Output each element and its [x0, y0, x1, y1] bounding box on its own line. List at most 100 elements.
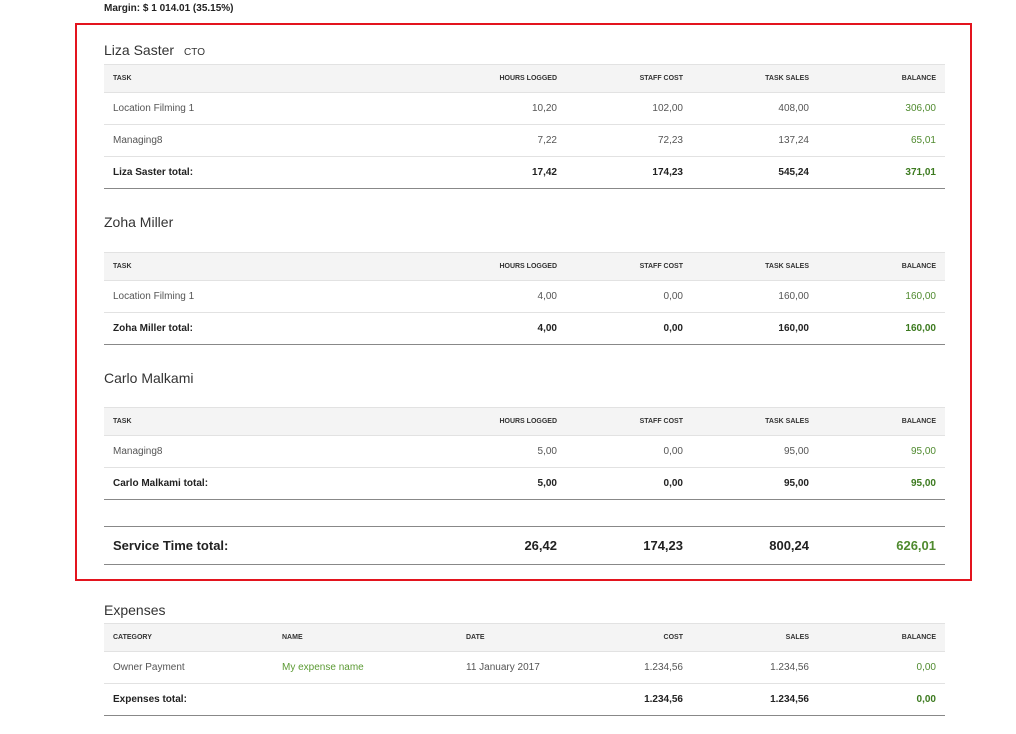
col-header-hours: HOURS LOGGED	[366, 407, 566, 436]
col-header-task: TASK	[104, 252, 366, 281]
cell-hours: 10,20	[366, 92, 566, 125]
table-header-row: TASK HOURS LOGGED STAFF COST TASK SALES …	[104, 407, 945, 436]
cell-hours: 7,22	[366, 124, 566, 157]
cell-task: Managing8	[104, 124, 366, 157]
col-header-staff-cost: STAFF COST	[566, 252, 692, 281]
service-total-staff-cost: 174,23	[643, 537, 683, 553]
col-header-task: TASK	[104, 407, 366, 436]
table-header-row: TASK HOURS LOGGED STAFF COST TASK SALES …	[104, 252, 945, 281]
total-label: Expenses total:	[104, 683, 273, 716]
col-header-balance: BALANCE	[818, 623, 945, 652]
cell-staff-cost: 0,00	[566, 280, 692, 313]
person-section-liza-saster: Liza Saster CTO TASK HOURS LOGGED STAFF C…	[104, 39, 945, 189]
total-staff-cost: 174,23	[566, 156, 692, 189]
person-name: Liza Saster	[104, 42, 175, 58]
total-task-sales: 545,24	[692, 156, 818, 189]
service-total-label: Service Time total:	[113, 537, 229, 553]
cell-task: Managing8	[104, 435, 366, 468]
total-staff-cost: 0,00	[566, 312, 692, 345]
cell-hours: 5,00	[366, 435, 566, 468]
cell-staff-cost: 102,00	[566, 92, 692, 125]
person-tasks-table: TASK HOURS LOGGED STAFF COST TASK SALES …	[104, 64, 945, 189]
table-row: Owner Payment My expense name 11 January…	[104, 651, 945, 684]
table-header-row: TASK HOURS LOGGED STAFF COST TASK SALES …	[104, 64, 945, 93]
cell-cost: 1.234,56	[566, 651, 692, 684]
cell-task-sales: 408,00	[692, 92, 818, 125]
person-tasks-table: TASK HOURS LOGGED STAFF COST TASK SALES …	[104, 252, 945, 345]
col-header-hours: HOURS LOGGED	[366, 64, 566, 93]
cell-task: Location Filming 1	[104, 280, 366, 313]
col-header-category: CATEGORY	[104, 623, 273, 652]
cell-hours: 4,00	[366, 280, 566, 313]
total-label: Liza Saster total:	[104, 156, 366, 189]
total-balance: 0,00	[818, 683, 945, 716]
total-label: Zoha Miller total:	[104, 312, 366, 345]
cell-date: 11 January 2017	[457, 651, 566, 684]
total-staff-cost: 0,00	[566, 467, 692, 500]
service-total-task-sales: 800,24	[769, 537, 809, 553]
col-header-hours: HOURS LOGGED	[366, 252, 566, 281]
col-header-task: TASK	[104, 64, 366, 93]
person-total-row: Liza Saster total: 17,42 174,23 545,24 3…	[104, 156, 945, 189]
table-header-row: CATEGORY NAME DATE COST SALES BALANCE	[104, 623, 945, 652]
total-empty	[457, 683, 566, 716]
cell-staff-cost: 72,23	[566, 124, 692, 157]
total-balance: 95,00	[818, 467, 945, 500]
col-header-task-sales: TASK SALES	[692, 64, 818, 93]
col-header-cost: COST	[566, 623, 692, 652]
service-total-balance: 626,01	[896, 537, 936, 553]
person-header: Carlo Malkami	[104, 367, 945, 389]
col-header-staff-cost: STAFF COST	[566, 407, 692, 436]
total-empty	[273, 683, 457, 716]
col-header-sales: SALES	[692, 623, 818, 652]
table-row: Location Filming 1 10,20 102,00 408,00 3…	[104, 92, 945, 125]
person-total-row: Zoha Miller total: 4,00 0,00 160,00 160,…	[104, 312, 945, 345]
cell-balance: 0,00	[818, 651, 945, 684]
cell-category: Owner Payment	[104, 651, 273, 684]
col-header-balance: BALANCE	[818, 407, 945, 436]
total-hours: 17,42	[366, 156, 566, 189]
cell-balance: 65,01	[818, 124, 945, 157]
margin-summary: Margin: $ 1 014.01 (35.15%)	[104, 3, 234, 14]
service-total-table: Service Time total: 26,42 174,23 800,24 …	[104, 527, 945, 563]
total-label: Carlo Malkami total:	[104, 467, 366, 500]
total-sales: 1.234,56	[692, 683, 818, 716]
col-header-task-sales: TASK SALES	[692, 407, 818, 436]
total-balance: 371,01	[818, 156, 945, 189]
total-hours: 4,00	[366, 312, 566, 345]
person-tasks-table: TASK HOURS LOGGED STAFF COST TASK SALES …	[104, 407, 945, 500]
person-name: Zoha Miller	[104, 214, 174, 230]
person-role: CTO	[184, 47, 205, 58]
col-header-task-sales: TASK SALES	[692, 252, 818, 281]
person-section-carlo-malkami: Carlo Malkami TASK HOURS LOGGED STAFF CO…	[104, 367, 945, 500]
person-name: Carlo Malkami	[104, 370, 194, 386]
person-total-row: Carlo Malkami total: 5,00 0,00 95,00 95,…	[104, 467, 945, 500]
cell-sales: 1.234,56	[692, 651, 818, 684]
expenses-total-row: Expenses total: 1.234,56 1.234,56 0,00	[104, 683, 945, 716]
expenses-table: CATEGORY NAME DATE COST SALES BALANCE Ow…	[104, 623, 945, 716]
col-header-name: NAME	[273, 623, 457, 652]
col-header-balance: BALANCE	[818, 252, 945, 281]
expense-name-link[interactable]: My expense name	[273, 651, 457, 684]
total-cost: 1.234,56	[566, 683, 692, 716]
service-time-total: Service Time total: 26,42 174,23 800,24 …	[104, 526, 945, 565]
col-header-staff-cost: STAFF COST	[566, 64, 692, 93]
col-header-date: DATE	[457, 623, 566, 652]
expenses-section: Expenses CATEGORY NAME DATE COST SALES B…	[104, 599, 945, 716]
service-total-row: Service Time total: 26,42 174,23 800,24 …	[104, 527, 945, 563]
cell-task-sales: 95,00	[692, 435, 818, 468]
cell-task-sales: 137,24	[692, 124, 818, 157]
cell-staff-cost: 0,00	[566, 435, 692, 468]
total-hours: 5,00	[366, 467, 566, 500]
cell-balance: 95,00	[818, 435, 945, 468]
cell-task: Location Filming 1	[104, 92, 366, 125]
service-total-hours: 26,42	[524, 537, 557, 553]
total-task-sales: 95,00	[692, 467, 818, 500]
person-header: Liza Saster CTO	[104, 39, 945, 61]
cell-task-sales: 160,00	[692, 280, 818, 313]
col-header-balance: BALANCE	[818, 64, 945, 93]
cell-balance: 160,00	[818, 280, 945, 313]
table-row: Managing8 5,00 0,00 95,00 95,00	[104, 435, 945, 468]
expenses-title: Expenses	[104, 602, 166, 618]
person-section-zoha-miller: Zoha Miller TASK HOURS LOGGED STAFF COST…	[104, 211, 945, 345]
